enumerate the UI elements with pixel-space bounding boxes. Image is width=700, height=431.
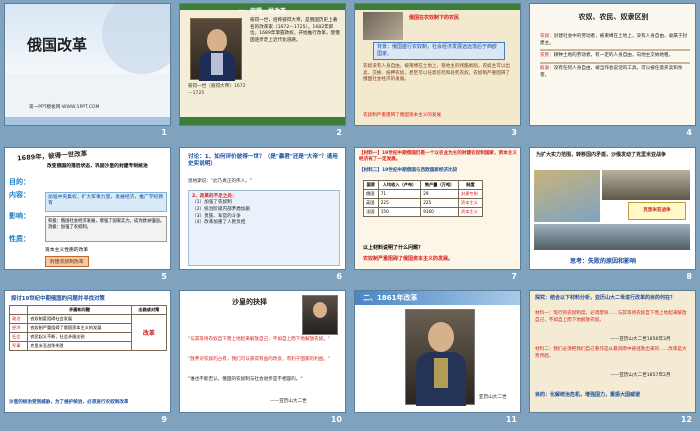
slide-3[interactable]: 俄国在农奴制下的农民 背景：俄国盛行农奴制，社会经济发展远远落后于西欧国家。 农… (354, 3, 521, 126)
slide-heading: 沙皇的抉择 (232, 298, 267, 307)
slide-thumbnail-3[interactable]: 俄国在农奴制下的农民 背景：俄国盛行农奴制，社会经济发展远远落后于西欧国家。 农… (350, 0, 525, 144)
serfs-image (363, 12, 403, 40)
slide-6[interactable]: 讨论：1、如何评价彼得一世？（是"暴君"还是"大帝"？请用史实说明） 恩格斯说：… (179, 146, 346, 270)
slide-number: 7 (511, 271, 517, 281)
slide-1[interactable]: 俄国改革 第一PPT模板网-WWW.1PPT.COM (4, 3, 171, 126)
inquiry-prompt: 探究：结合以下材料分析，亚历山大二世进行改革的目的何在？ (535, 295, 676, 302)
slide-conclusion: 思考：失败的原因和影响 (570, 257, 637, 265)
slide-number: 6 (336, 271, 342, 281)
slide-number: 5 (161, 271, 167, 281)
material-one: 材料一：现行的农奴制度，必须废除……与其等待农奴自下而上地起来解放自己，不如自上… (535, 311, 687, 323)
material-one: 【材料一】19世纪中期俄国仍是一个以农业为主的封建农奴制国家，资本主义经济有了一… (359, 150, 517, 163)
quote-one: "与其等待农奴自下而上地起来解放自己，不如自上而下地解放农奴。" (188, 337, 331, 343)
analysis-question: 以上材料说明了什么问题？ (363, 244, 424, 251)
definition-serf: 农奴：封建社会中的劳动者，被束缚在土地上，没有人身自由，隶属于封建主。 (540, 34, 688, 46)
slide-heading: 探讨19世纪中期俄国的问题并寻找对策 (11, 296, 105, 303)
slide-10[interactable]: 沙皇的抉择 "与其等待农奴自下而上地起来解放自己，不如自上而下地解放农奴。" "… (179, 290, 346, 414)
table-row: 俄国 71 29 封建专制 (363, 188, 483, 199)
slide-11[interactable]: 二、1861年改革 亚历山大二世 (354, 290, 521, 414)
slide-number: 11 (505, 415, 517, 425)
material-two-source: ——亚历山大二世1857年2月 (610, 373, 671, 379)
slide-thumbnail-9[interactable]: 探讨19世纪中期俄国的问题并寻找对策 矛盾和问题 出路或对策 政治 农奴制度阻碍社会… (0, 287, 175, 431)
table-summary: 沙皇的统治受到威胁，为了维护统治，必须进行农奴制改革 (9, 400, 129, 406)
war-map-image (534, 169, 600, 222)
slide-2[interactable]: 一、彼得一世改革 彼得一世，俗称彼得大帝，是俄国历史上著名的改革家（1672—1… (179, 3, 346, 126)
slide-intro: 改变俄国的落后状态，巩固沙皇的封建专制统治 (47, 163, 148, 169)
slide-heading: 二、1861年改革 (363, 294, 418, 303)
analysis-answer: 农奴制严重阻碍了俄国资本主义的发展。 (363, 255, 454, 262)
discussion-question: 讨论：1、如何评价彼得一世？（是"暴君"还是"大帝"？请用史实说明） (188, 153, 338, 168)
slide-heading: 俄国在农奴制下的农民 (409, 15, 460, 21)
material-one-source: ——亚历山大二世1856年3月 (610, 337, 671, 343)
slide-number: 9 (161, 415, 167, 425)
table-row: 法国 150 9160 资本主义 (363, 206, 483, 217)
alexander-ii-portrait (405, 309, 475, 407)
slide-number: 8 (686, 271, 692, 281)
quote-text: 恩格斯说："此乃真正的伟人。" (188, 178, 252, 184)
naval-battle-painting (534, 223, 690, 250)
shortcoming-item: （2）统治阶级内部矛盾加剧 (192, 206, 251, 212)
slide-title: 俄国改革 (27, 36, 88, 54)
goal-answer: 目的：化解统治危机，增强国力，重振大国威望 (535, 392, 641, 399)
slide-number: 1 (161, 128, 167, 137)
slide-footer: 第一PPT模板网-WWW.1PPT.COM (29, 105, 100, 110)
slide-heading: 一、彼得一世改革 (238, 8, 287, 15)
nature-tag: 封建农奴制改革 (45, 255, 89, 267)
slide-heading: 1689年，彼得一世改革 (16, 149, 88, 163)
slide-body: 农奴没有人身自由，被束缚在土地上，受地主的残酷剥削。农奴主可以出卖、交换、抵押农… (363, 64, 511, 83)
slide-4[interactable]: 农奴、农民、奴隶区别 农奴：封建社会中的劳动者，被束缚在土地上，没有人身自由，隶… (529, 3, 696, 126)
slide-thumbnail-1[interactable]: 俄国改革 第一PPT模板网-WWW.1PPT.COM 1 (0, 0, 175, 144)
comparison-table: 国家 人均收入（卢布） 铁产量（万吨） 制度 俄国 71 29 封建专制 英国 225 225 资… (363, 179, 483, 217)
slide-thumbnail-12[interactable]: 探究：结合以下材料分析，亚历山大二世进行改革的目的何在？ 材料一：现行的农奴制度… (525, 287, 700, 431)
slide-number: 12 (680, 415, 692, 425)
problems-table: 矛盾和问题 出路或对策 政治 农奴制度阻碍社会发展 改革 经济 农奴制严重阻碍了俄国资本… (8, 305, 168, 352)
war-label: 克里米亚战争 (628, 201, 686, 220)
portrait-caption: 亚历山大二世 (479, 395, 507, 401)
slide-heading: 为扩大实力范围，转移国内矛盾，沙俄发动了克里米亚战争 (536, 151, 667, 158)
slide-9[interactable]: 探讨19世纪中期俄国的问题并寻找对策 矛盾和问题 出路或对策 政治 农奴制度阻碍社会… (4, 290, 171, 414)
definition-peasant: 农民：耕种土地的劳动者，有一定的人身自由，向地主交纳地租。 (540, 53, 674, 59)
slide-body: 彼得一世，俗称彼得大帝，是俄国历史上著名的改革家（1672—1725）。1682… (250, 18, 340, 43)
content-box: 加强中央集权，扩大军事力量，发展经济，推广学校教育 (45, 191, 167, 212)
shortcoming-item: （4）改革加重了人民负担 (192, 220, 246, 226)
slide-thumbnail-6[interactable]: 讨论：1、如何评价彼得一世？（是"暴君"还是"大帝"？请用史实说明） 恩格斯说：… (175, 144, 350, 288)
slide-thumbnail-8[interactable]: 为扩大实力范围，转移国内矛盾，沙俄发动了克里米亚战争 克里米亚战争 思考：失败的… (525, 144, 700, 288)
slide-thumbnail-2[interactable]: 一、彼得一世改革 彼得一世，俗称彼得大帝，是俄国历史上著名的改革家（1672—1… (175, 0, 350, 144)
slide-thumbnail-7[interactable]: 【材料一】19世纪中期俄国仍是一个以农业为主的封建农奴制国家，资本主义经济有了一… (350, 144, 525, 288)
material-two: 【材料二】19世纪中期俄国与西欧国家经济比较 (359, 167, 458, 173)
nature-text: 资本主义性质的改革 (45, 247, 89, 253)
slide-number: 4 (686, 128, 692, 137)
slide-footnote: 农奴制严重阻碍了俄国资本主义的发展 (363, 113, 442, 118)
shortcoming-item: （1）加强了农奴制 (192, 200, 232, 206)
quote-two: "放弃对农奴的占有，我们可以获得有益的改良，有利于国家的利益。" (188, 357, 331, 363)
slide-12[interactable]: 探究：结合以下材料分析，亚历山大二世进行改革的目的何在？ 材料一：现行的农奴制度… (529, 290, 696, 414)
slide-heading: 农奴、农民、奴隶区别 (578, 12, 649, 21)
quote-source: ——亚历山大二世 (270, 399, 307, 405)
slide-number: 2 (336, 128, 342, 137)
portrait-image (190, 18, 242, 81)
portrait-caption: 彼得一世（彼得大帝）1672—1725 (188, 84, 246, 96)
slide-5[interactable]: 1689年，彼得一世改革 改变俄国的落后状态，巩固沙皇的封建专制统治 目的： 内… (4, 146, 171, 270)
slide-number: 10 (330, 415, 342, 425)
slide-thumbnail-11[interactable]: 二、1861年改革 亚历山大二世 11 (350, 287, 525, 431)
material-two: 材料二：我们必须把我们自己看作是从暴风雨中被拯救出来的……改革是大势所趋。 (535, 347, 687, 359)
slide-7[interactable]: 【材料一】19世纪中期俄国仍是一个以农业为主的封建农奴制国家，资本主义经济有了一… (354, 146, 521, 270)
slide-thumbnail-10[interactable]: 沙皇的抉择 "与其等待农奴自下而上地起来解放自己，不如自上而下地解放农奴。" "… (175, 287, 350, 431)
background-note: 背景：俄国盛行农奴制，社会经济发展远远落后于西欧国家。 (373, 42, 505, 60)
table-row: 政治 农奴制度阻碍社会发展 改革 (8, 314, 168, 352)
slide-thumbnail-4[interactable]: 农奴、农民、奴隶区别 农奴：封建社会中的劳动者，被束缚在土地上，没有人身自由，隶… (525, 0, 700, 144)
impact-box: 积极：俄国社会经济发展，增强了国家实力，成为欧洲强国。消极：加强了农奴制。 (45, 215, 167, 242)
slide-thumbnail-5[interactable]: 1689年，彼得一世改革 改变俄国的落后状态，巩固沙皇的封建专制统治 目的： 内… (0, 144, 175, 288)
slide-number: 3 (511, 128, 517, 137)
slide-8[interactable]: 为扩大实力范围，转移国内矛盾，沙俄发动了克里米亚战争 克里米亚战争 思考：失败的… (529, 146, 696, 270)
table-row: 英国 225 225 资本主义 (363, 197, 483, 208)
battle-painting (602, 169, 690, 200)
labels-column: 目的： 内容： 影响： 性质： (9, 177, 30, 244)
slide-sorter-grid: 俄国改革 第一PPT模板网-WWW.1PPT.COM 1 一、彼得一世改革 彼得… (0, 0, 700, 431)
definition-slave: 奴隶：没有任何人身自由，被当作会说话的工具，可以被任意买卖和杀害。 (540, 65, 683, 78)
quote-three: "谁也不能否认，俄国的农奴制与社会进步是不相容的。" (188, 377, 303, 383)
tsar-portrait (302, 295, 338, 336)
